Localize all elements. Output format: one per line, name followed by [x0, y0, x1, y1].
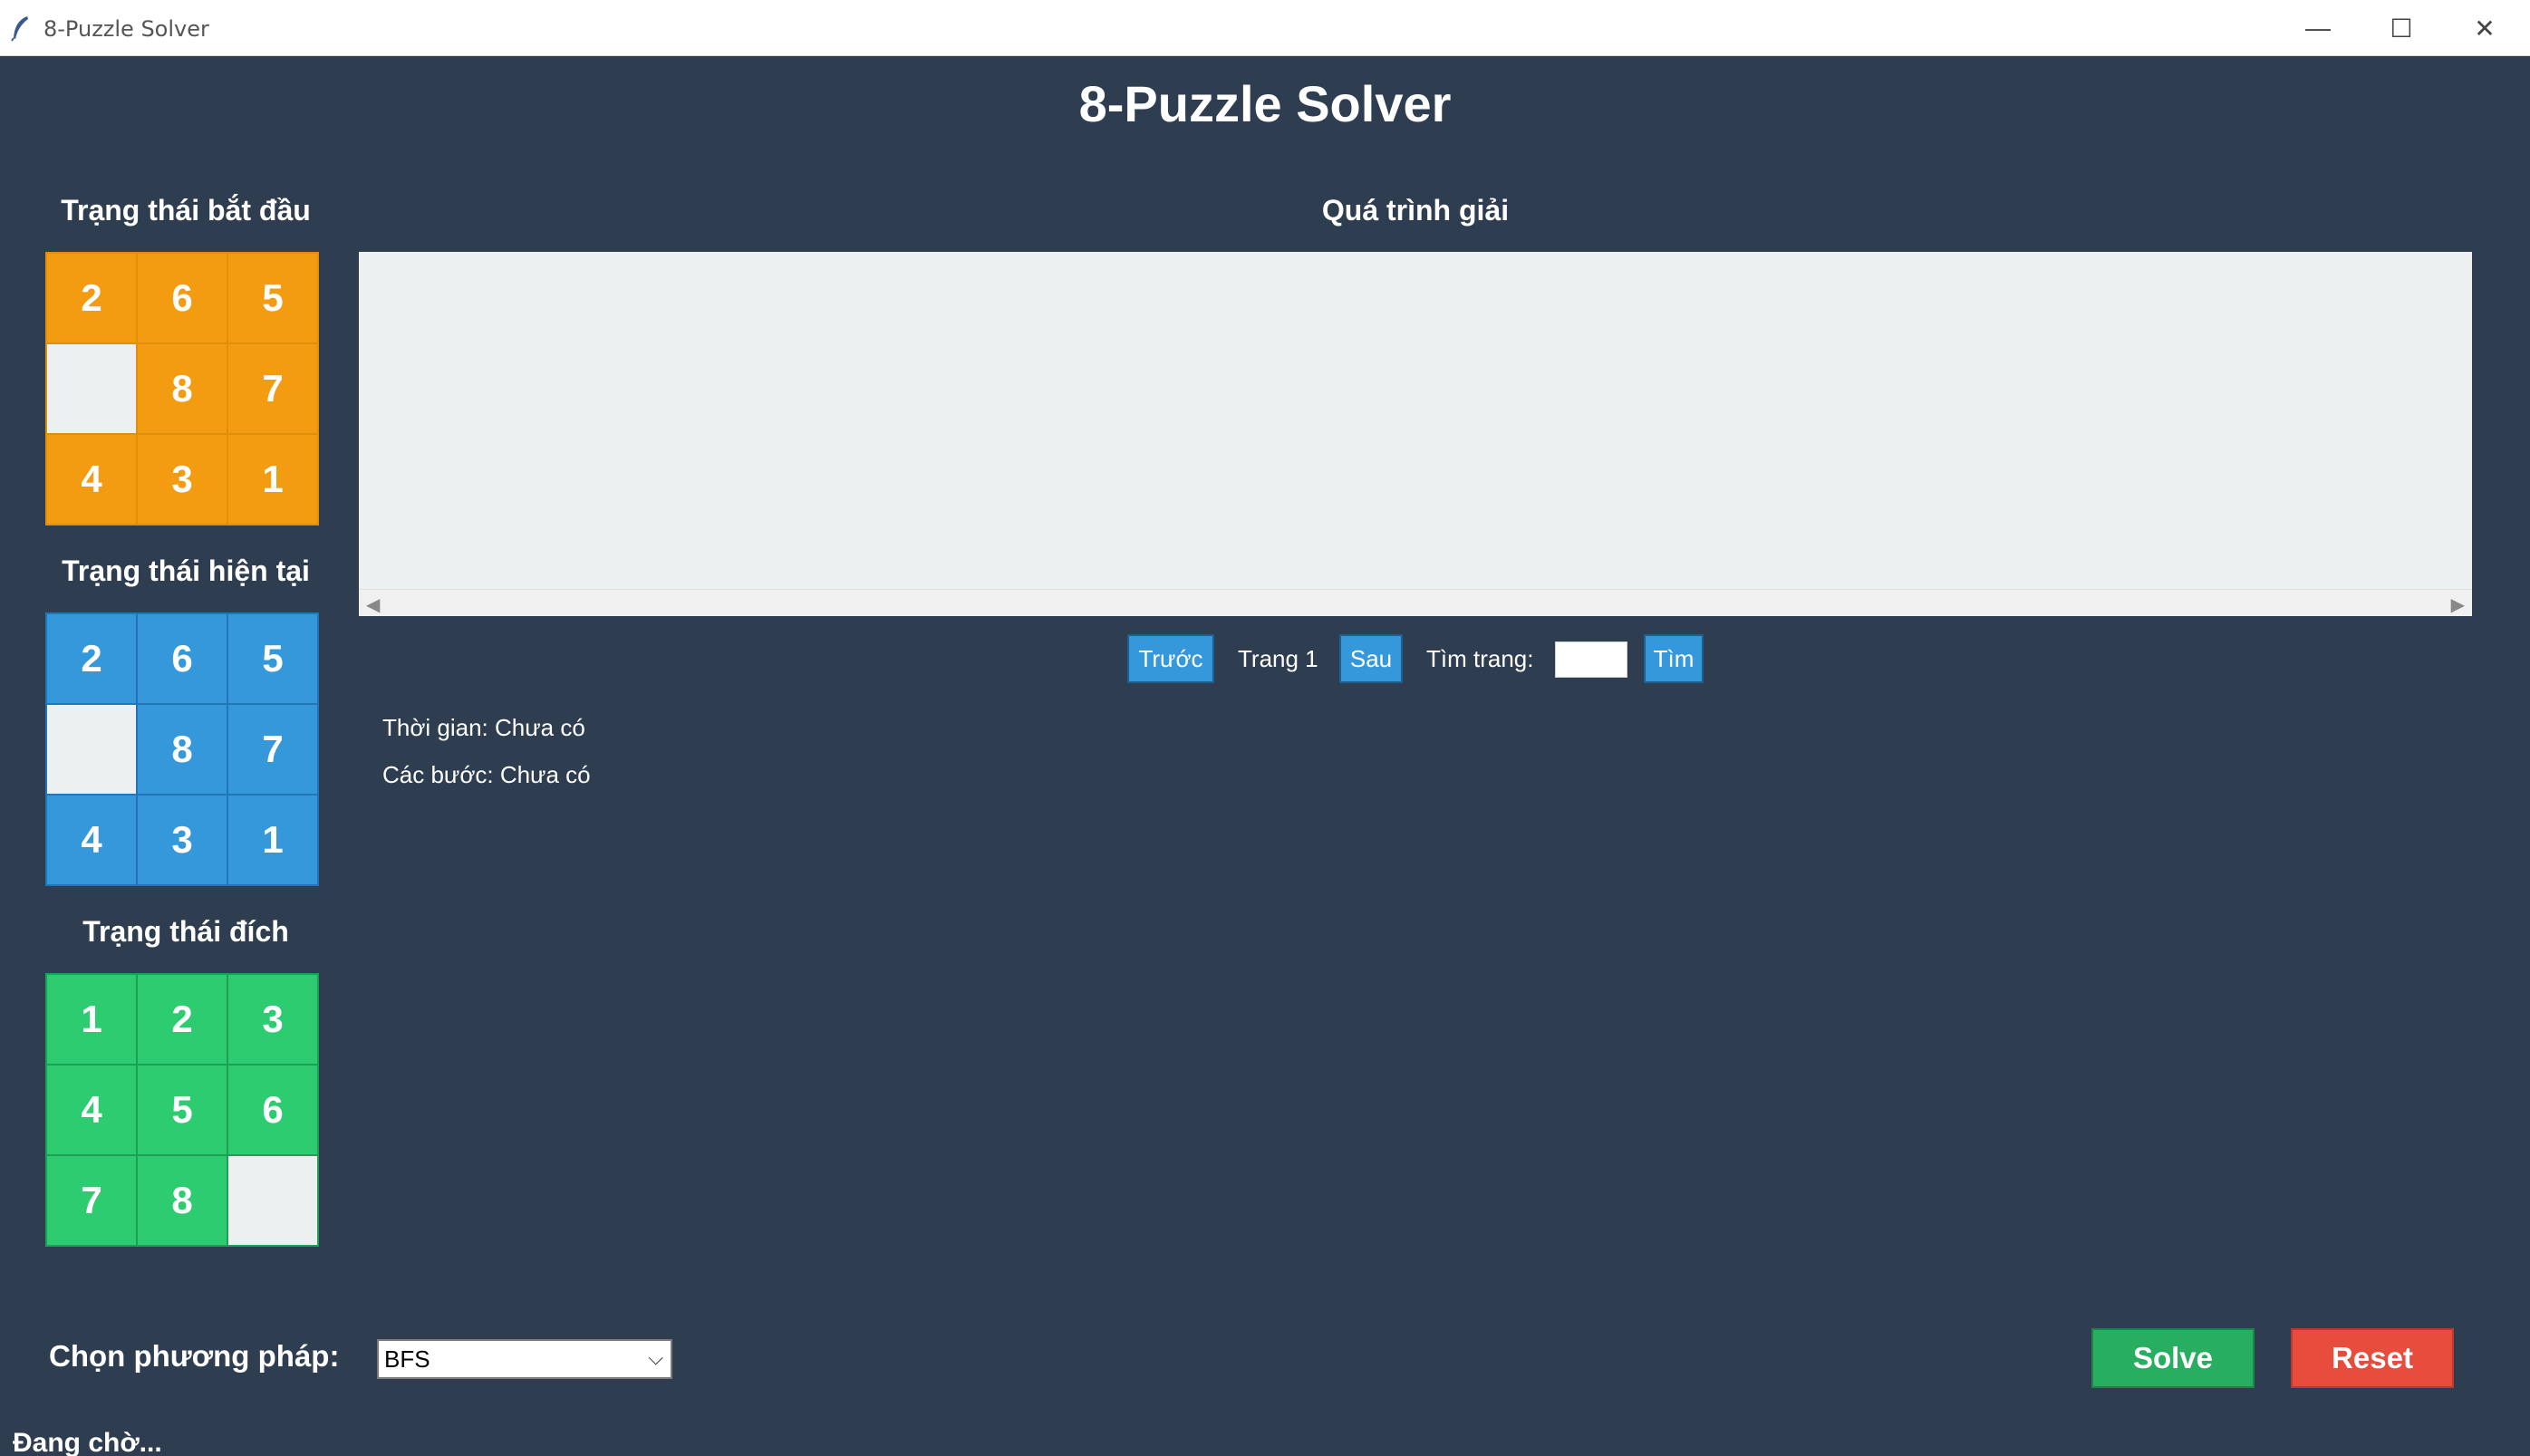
page-number-input[interactable]	[1555, 641, 1627, 678]
process-label: Quá trình giải	[1321, 194, 1510, 227]
puzzle-tile: 7	[47, 1156, 136, 1245]
maximize-button[interactable]: ☐	[2360, 0, 2443, 56]
puzzle-tile: 3	[228, 975, 317, 1064]
goal-state-label: Trạng thái đích	[82, 915, 289, 948]
puzzle-tile: 1	[228, 795, 317, 884]
puzzle-tile: 5	[228, 254, 317, 342]
puzzle-tile: 3	[138, 435, 227, 524]
method-label: Chọn phương pháp:	[49, 1339, 340, 1373]
puzzle-tile: 7	[228, 344, 317, 433]
puzzle-tile: 8	[138, 705, 227, 794]
puzzle-tile: 8	[138, 1156, 227, 1245]
puzzle-tile: 2	[47, 254, 136, 342]
start-state-grid: 26587 431	[45, 252, 319, 526]
puzzle-tile: 5	[228, 614, 317, 703]
prev-page-button[interactable]: Trước	[1127, 634, 1214, 683]
find-page-label: Tìm trang:	[1426, 645, 1534, 672]
puzzle-tile: 2	[47, 614, 136, 703]
process-canvas[interactable]: ◀ ▶	[359, 252, 2472, 616]
window-title: 8-Puzzle Solver	[43, 16, 209, 42]
puzzle-tile: 1	[228, 435, 317, 524]
method-select[interactable]: BFS ⌵	[377, 1339, 672, 1379]
find-page-button[interactable]: Tìm	[1644, 634, 1704, 683]
time-info: Thời gian: Chưa có	[382, 714, 585, 741]
chevron-down-icon[interactable]: ⌵	[648, 1346, 663, 1370]
puzzle-tile: 2	[138, 975, 227, 1064]
status-text: Đang chờ...	[13, 1428, 162, 1456]
puzzle-tile: 6	[138, 254, 227, 342]
puzzle-tile: 7	[228, 705, 317, 794]
page-indicator: Trang 1	[1238, 645, 1318, 672]
empty-tile	[228, 1156, 317, 1245]
puzzle-tile: 6	[138, 614, 227, 703]
puzzle-tile: 4	[47, 435, 136, 524]
reset-button[interactable]: Reset	[2291, 1328, 2454, 1388]
close-button[interactable]: ✕	[2443, 0, 2526, 56]
puzzle-tile: 6	[228, 1065, 317, 1154]
puzzle-tile: 5	[138, 1065, 227, 1154]
current-state-label: Trạng thái hiện tại	[62, 554, 310, 587]
feather-icon	[11, 16, 28, 42]
puzzle-tile: 4	[47, 1065, 136, 1154]
method-selected-value: BFS	[384, 1345, 430, 1373]
scroll-left-icon[interactable]: ◀	[366, 593, 380, 616]
empty-tile	[47, 705, 136, 794]
puzzle-tile: 1	[47, 975, 136, 1064]
puzzle-tile: 3	[138, 795, 227, 884]
goal-state-grid: 123 456 78	[45, 973, 319, 1247]
steps-info: Các bước: Chưa có	[382, 761, 591, 788]
app-title: 8-Puzzle Solver	[1078, 75, 1452, 132]
solve-button[interactable]: Solve	[2091, 1328, 2255, 1388]
horizontal-scrollbar[interactable]: ◀ ▶	[359, 589, 2472, 616]
current-state-grid: 26587 431	[45, 612, 319, 886]
window-titlebar: 8-Puzzle Solver — ☐ ✕	[0, 0, 2530, 56]
next-page-button[interactable]: Sau	[1339, 634, 1403, 683]
puzzle-tile: 8	[138, 344, 227, 433]
empty-tile	[47, 344, 136, 433]
puzzle-tile: 4	[47, 795, 136, 884]
minimize-button[interactable]: —	[2276, 0, 2360, 56]
scroll-right-icon[interactable]: ▶	[2451, 593, 2465, 616]
start-state-label: Trạng thái bắt đầu	[61, 194, 311, 227]
